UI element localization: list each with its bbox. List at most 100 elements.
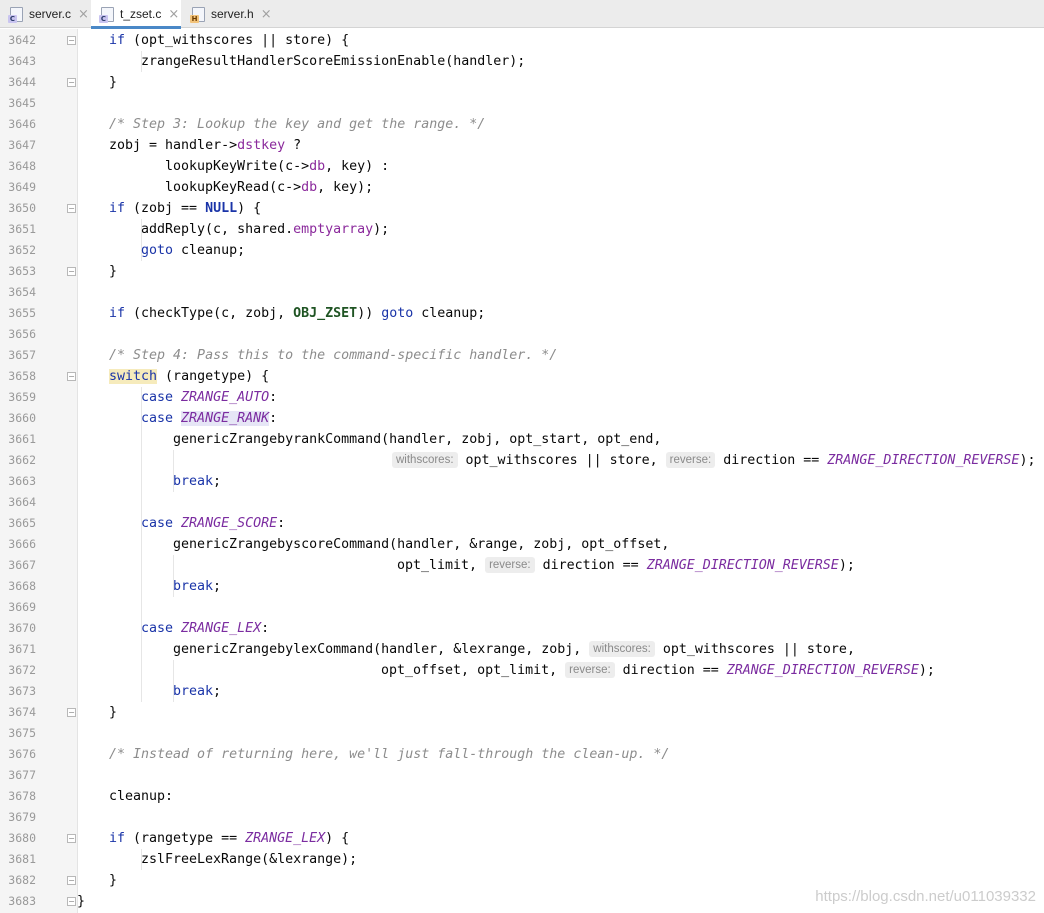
- line-number: 3650: [8, 201, 36, 215]
- label-token: cleanup:: [109, 789, 174, 804]
- keyword-token: case: [141, 516, 174, 531]
- code-token: }: [77, 894, 86, 909]
- code-line: break;: [173, 576, 221, 597]
- fold-marker-icon[interactable]: −: [67, 834, 76, 843]
- line-number: 3655: [8, 306, 36, 320]
- line-number: 3647: [8, 138, 36, 152]
- c-file-icon: C: [8, 6, 23, 23]
- code-line: /* Step 4: Pass this to the command-spec…: [109, 345, 557, 366]
- line-number: 3646: [8, 117, 36, 131]
- fold-marker-icon[interactable]: −: [67, 204, 76, 213]
- line-number: 3654: [8, 285, 36, 299]
- line-number: 3656: [8, 327, 36, 341]
- code-token: opt_offset, opt_limit,: [381, 663, 566, 678]
- fold-marker-icon[interactable]: −: [67, 708, 76, 717]
- code-line: /* Instead of returning here, we'll just…: [109, 744, 669, 765]
- code-line: case ZRANGE_LEX:: [141, 618, 269, 639]
- field-token: db: [309, 159, 326, 174]
- close-icon[interactable]: ×: [78, 7, 89, 22]
- enum-token: ZRANGE_DIRECTION_REVERSE: [726, 663, 919, 678]
- keyword-token: if: [109, 831, 126, 846]
- code-line: }: [109, 870, 117, 891]
- enum-token: ZRANGE_DIRECTION_REVERSE: [827, 453, 1020, 468]
- line-number: 3663: [8, 474, 36, 488]
- tab-server-h[interactable]: H server.h ×: [182, 0, 274, 28]
- line-number: 3653: [8, 264, 36, 278]
- code-line: genericZrangebyscoreCommand(handler, &ra…: [173, 534, 669, 555]
- line-number: 3658: [8, 369, 36, 383]
- macro-token: OBJ_ZSET: [293, 306, 358, 321]
- keyword-token: goto: [381, 306, 414, 321]
- fold-marker-icon[interactable]: −: [67, 897, 76, 906]
- line-number: 3683: [8, 894, 36, 908]
- line-number: 3664: [8, 495, 36, 509]
- line-number: 3649: [8, 180, 36, 194]
- code-token: ;: [213, 684, 222, 699]
- line-number: 3675: [8, 726, 36, 740]
- code-token: ) {: [237, 201, 262, 216]
- code-token: :: [269, 411, 278, 426]
- code-token: , key) :: [325, 159, 390, 174]
- field-token: emptyarray: [293, 222, 374, 237]
- close-icon[interactable]: ×: [168, 7, 179, 22]
- fold-marker-icon[interactable]: −: [67, 78, 76, 87]
- code-token: opt_withscores || store,: [654, 642, 855, 657]
- enum-token: ZRANGE_RANK: [181, 411, 270, 426]
- enum-token: ZRANGE_LEX: [181, 621, 262, 636]
- code-token: lookupKeyRead(c->: [165, 180, 302, 195]
- code-line: zrangeResultHandlerScoreEmissionEnable(h…: [141, 51, 525, 72]
- keyword-token: case: [141, 621, 174, 636]
- code-token: zslFreeLexRange(&lexrange);: [141, 852, 358, 867]
- code-line: if (rangetype == ZRANGE_LEX) {: [109, 828, 349, 849]
- editor-tab-bar: C server.c × C t_zset.c × H server.h ×: [0, 0, 1044, 29]
- code-token: cleanup;: [173, 243, 246, 258]
- line-number: 3651: [8, 222, 36, 236]
- code-token: genericZrangebylexCommand(handler, &lexr…: [173, 642, 590, 657]
- code-line: case ZRANGE_RANK:: [141, 408, 277, 429]
- keyword-token: goto: [141, 243, 174, 258]
- code-line: /* Step 3: Lookup the key and get the ra…: [109, 114, 485, 135]
- code-token: opt_withscores || store,: [457, 453, 666, 468]
- code-token: addReply(c, shared.: [141, 222, 294, 237]
- line-number: 3642: [8, 33, 36, 47]
- keyword-token: break: [173, 684, 214, 699]
- parameter-hint: withscores:: [589, 641, 655, 657]
- line-number: 3671: [8, 642, 36, 656]
- line-number: 3674: [8, 705, 36, 719]
- keyword-token: if: [109, 201, 126, 216]
- gutter-divider: [77, 29, 78, 913]
- code-token: }: [109, 264, 118, 279]
- code-token: genericZrangebyrankCommand(handler, zobj…: [173, 432, 662, 447]
- code-token: genericZrangebyscoreCommand(handler, &ra…: [173, 537, 670, 552]
- tab-t-zset-c[interactable]: C t_zset.c ×: [91, 0, 181, 29]
- code-line: lookupKeyWrite(c->db, key) :: [165, 156, 389, 177]
- fold-marker-icon[interactable]: −: [67, 36, 76, 45]
- line-number: 3662: [8, 453, 36, 467]
- code-token: )): [357, 306, 382, 321]
- code-line: goto cleanup;: [141, 240, 245, 261]
- code-line: if (checkType(c, zobj, OBJ_ZSET)) goto c…: [109, 303, 485, 324]
- code-token: }: [109, 873, 118, 888]
- keyword-token: case: [141, 390, 174, 405]
- enum-token: ZRANGE_AUTO: [181, 390, 270, 405]
- fold-marker-icon[interactable]: −: [67, 372, 76, 381]
- code-token: :: [277, 516, 286, 531]
- close-icon[interactable]: ×: [261, 7, 272, 22]
- code-line: break;: [173, 471, 221, 492]
- code-token: );: [838, 558, 855, 573]
- keyword-token: break: [173, 579, 214, 594]
- tab-label: t_zset.c: [120, 7, 162, 21]
- code-line: switch (rangetype) {: [109, 366, 269, 387]
- fold-marker-icon[interactable]: −: [67, 876, 76, 885]
- line-number: 3659: [8, 390, 36, 404]
- c-file-icon: C: [99, 6, 114, 23]
- h-file-icon: H: [190, 6, 205, 23]
- keyword-token: if: [109, 306, 126, 321]
- line-number: 3644: [8, 75, 36, 89]
- code-line: lookupKeyRead(c->db, key);: [165, 177, 373, 198]
- fold-marker-icon[interactable]: −: [67, 267, 76, 276]
- tab-server-c[interactable]: C server.c ×: [0, 0, 90, 28]
